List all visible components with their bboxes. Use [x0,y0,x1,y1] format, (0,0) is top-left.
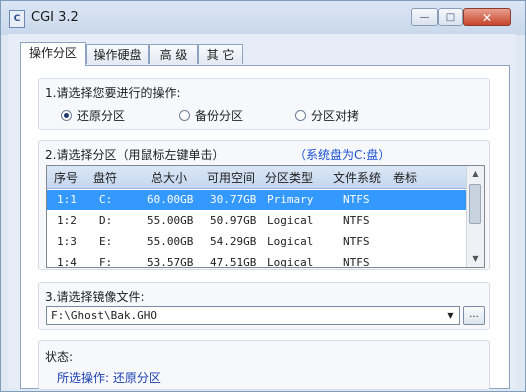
image-file-heading: 3.请选择镜像文件: [45,290,145,304]
partition-heading: 2.请选择分区（用鼠标左键单击） [45,148,225,162]
status-line: 所选操作: 还原分区 [57,371,161,385]
close-button[interactable]: ✕ [463,8,511,26]
maximize-button[interactable]: □ [438,8,463,26]
app-icon: C [9,10,25,28]
tab-advanced[interactable]: 高 级 [149,44,198,64]
cell-total: 53.57GB [147,256,194,268]
cell-total: 55.00GB [147,214,194,227]
cell-type: Logical [267,235,314,248]
cell-fs: NTFS [343,256,370,268]
status-heading: 状态: [45,350,74,364]
col-index[interactable]: 序号 [54,169,78,186]
partition-table[interactable]: 序号 盘符 总大小 可用空间 分区类型 文件系统 卷标 1:1 C: 60.00… [46,165,485,268]
cell-free: 50.97GB [210,214,257,227]
browse-button[interactable]: ... [463,306,485,325]
table-row[interactable]: 1:1 C: 60.00GB 30.77GB Primary NTFS [47,190,467,210]
table-header: 序号 盘符 总大小 可用空间 分区类型 文件系统 卷标 [47,166,467,189]
cell-type: Logical [267,256,314,268]
title-bar[interactable]: C CGI 3.2 — □ ✕ [1,1,525,35]
table-row[interactable]: 1:2 D: 55.00GB 50.97GB Logical NTFS [47,211,467,231]
radio-copy-label[interactable]: 分区对拷 [311,107,359,124]
cell-type: Primary [267,193,314,206]
radio-copy[interactable] [295,110,306,121]
window-title: CGI 3.2 [31,10,79,25]
cell-total: 60.00GB [147,193,194,206]
cell-type: Logical [267,214,314,227]
col-label[interactable]: 卷标 [393,169,417,186]
table-row[interactable]: 1:4 F: 53.57GB 47.51GB Logical NTFS [47,253,467,268]
table-scrollbar[interactable]: ▲ ▼ [466,166,484,267]
col-total[interactable]: 总大小 [151,169,187,186]
tab-other[interactable]: 其 它 [198,44,243,64]
radio-backup[interactable] [179,110,190,121]
system-disk-note: （系统盘为C:盘） [294,148,391,162]
chevron-down-icon[interactable]: ▼ [443,308,458,323]
cell-index: 1:4 [57,256,77,268]
radio-restore[interactable] [61,110,72,121]
tab-disk[interactable]: 操作硬盘 [86,44,149,64]
image-file-combo[interactable]: F:\Ghost\Bak.GHO ▼ [46,306,460,325]
col-fs[interactable]: 文件系统 [333,169,381,186]
col-drive[interactable]: 盘符 [93,169,117,186]
cell-index: 1:1 [57,193,77,206]
cell-free: 47.51GB [210,256,257,268]
operation-heading: 1.请选择您要进行的操作: [45,86,181,100]
cell-free: 54.29GB [210,235,257,248]
cell-fs: NTFS [343,214,370,227]
radio-backup-label[interactable]: 备份分区 [195,107,243,124]
cell-fs: NTFS [343,235,370,248]
radio-restore-label[interactable]: 还原分区 [77,107,125,124]
scroll-up-icon[interactable]: ▲ [467,166,484,182]
cell-drive: C: [99,193,113,206]
scroll-down-icon[interactable]: ▼ [467,251,484,267]
cell-fs: NTFS [343,193,370,206]
image-file-path[interactable]: F:\Ghost\Bak.GHO [51,309,157,322]
cell-total: 55.00GB [147,235,194,248]
cell-drive: F: [99,256,113,268]
cell-drive: E: [99,235,113,248]
cell-drive: D: [99,214,113,227]
col-free[interactable]: 可用空间 [207,169,255,186]
cell-index: 1:2 [57,214,77,227]
minimize-button[interactable]: — [411,8,438,26]
col-type[interactable]: 分区类型 [265,169,313,186]
scroll-thumb[interactable] [469,184,481,224]
cell-index: 1:3 [57,235,77,248]
tab-partition[interactable]: 操作分区 [20,42,86,66]
table-row[interactable]: 1:3 E: 55.00GB 54.29GB Logical NTFS [47,232,467,252]
cell-free: 30.77GB [210,193,257,206]
